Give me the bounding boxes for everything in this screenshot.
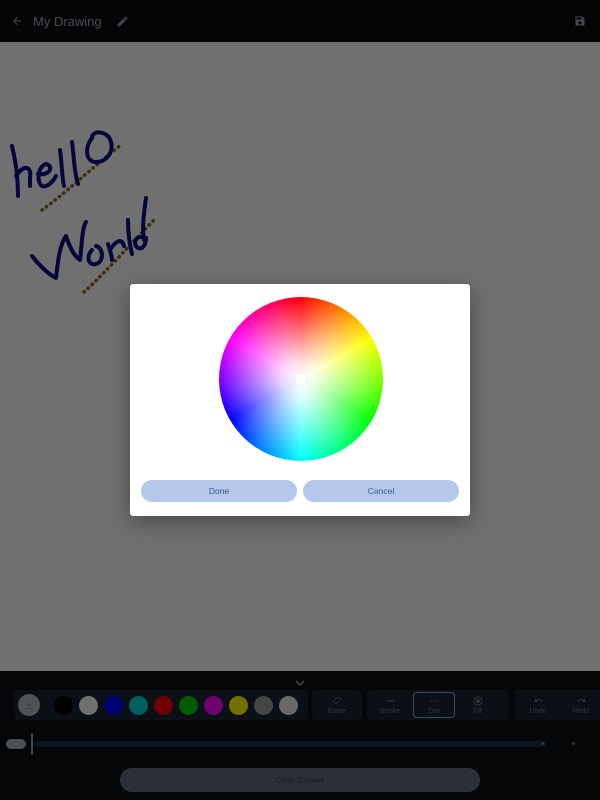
color-wheel[interactable] [219, 297, 383, 461]
dot-tool[interactable]: Dot [413, 692, 455, 718]
save-button[interactable] [568, 0, 592, 42]
dot-icon [428, 696, 440, 706]
slider-thumb[interactable] [6, 739, 26, 749]
undo-label: Undo [529, 707, 547, 715]
stroke-tool[interactable]: Stroke [367, 692, 413, 718]
color-swatch[interactable] [229, 695, 248, 715]
arrow-back-icon [13, 17, 21, 25]
redo-label: Redo [572, 707, 590, 715]
chevron-down-icon[interactable] [292, 677, 308, 689]
color-swatch[interactable] [129, 695, 148, 715]
clear-canvas-button[interactable]: Clear Canvas [120, 768, 480, 792]
stroke-icon [384, 696, 396, 706]
color-swatch[interactable] [204, 695, 223, 715]
color-picker-dialog: Done Cancel [130, 284, 470, 516]
rename-button[interactable] [112, 0, 134, 42]
slider-track[interactable] [35, 741, 547, 747]
color-swatch[interactable] [154, 695, 173, 715]
save-icon [575, 16, 585, 26]
brush-style-group: Stroke Dot Fill [367, 690, 509, 720]
color-swatch[interactable] [254, 695, 273, 715]
undo-icon [532, 696, 544, 706]
page-title: My Drawing [33, 13, 102, 29]
fill-icon [472, 696, 484, 706]
undo-button[interactable]: Undo [514, 692, 562, 718]
done-button[interactable]: Done [141, 480, 297, 502]
back-button[interactable] [0, 0, 34, 42]
slider-marker [31, 733, 33, 755]
color-swatch[interactable] [104, 695, 123, 715]
erase-tool[interactable]: Erase [312, 692, 362, 718]
color-wheel-handle[interactable] [295, 373, 307, 385]
app-bar: My Drawing [0, 0, 600, 42]
color-swatch[interactable] [179, 695, 198, 715]
fill-label: Fill [473, 707, 483, 715]
fill-tool[interactable]: Fill [455, 692, 501, 718]
pencil-icon [117, 16, 128, 26]
color-swatch[interactable] [54, 695, 73, 715]
dot-label: Dot [428, 707, 440, 715]
cancel-button[interactable]: Cancel [303, 480, 459, 502]
auto-color-icon [25, 702, 33, 709]
world-stroke [30, 196, 148, 280]
color-palette [14, 690, 308, 720]
auto-color-button[interactable] [18, 694, 40, 716]
eraser-icon [331, 696, 343, 706]
color-swatch[interactable] [279, 695, 298, 715]
history-group: Undo Redo [514, 690, 600, 720]
color-swatch[interactable] [79, 695, 98, 715]
swatch-list [54, 695, 304, 715]
app-frame: My Drawing Erase Stroke Dot Fill Undo Re… [0, 0, 600, 800]
erase-label: Erase [327, 707, 347, 715]
slider-track-end [541, 742, 544, 745]
brush-size-slider[interactable] [0, 732, 600, 756]
redo-icon [575, 696, 587, 706]
redo-button[interactable]: Redo [562, 692, 600, 718]
erase-group: Erase [312, 690, 362, 720]
stroke-label: Stroke [379, 707, 401, 715]
brush-size-preview [572, 742, 575, 745]
